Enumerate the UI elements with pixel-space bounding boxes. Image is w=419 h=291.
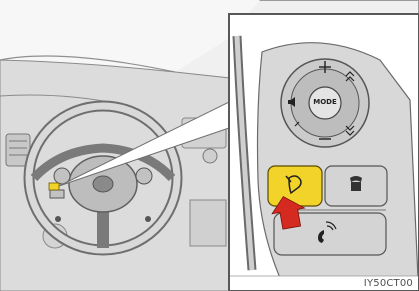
off-hook-icon — [350, 176, 362, 191]
figure-code: IY50CT00 — [363, 278, 413, 289]
steering-wheel-illustration: MODE IY50CT00 — [0, 0, 419, 291]
mode-button-label: MODE — [313, 98, 337, 106]
highlighted-switch-small — [48, 182, 60, 191]
